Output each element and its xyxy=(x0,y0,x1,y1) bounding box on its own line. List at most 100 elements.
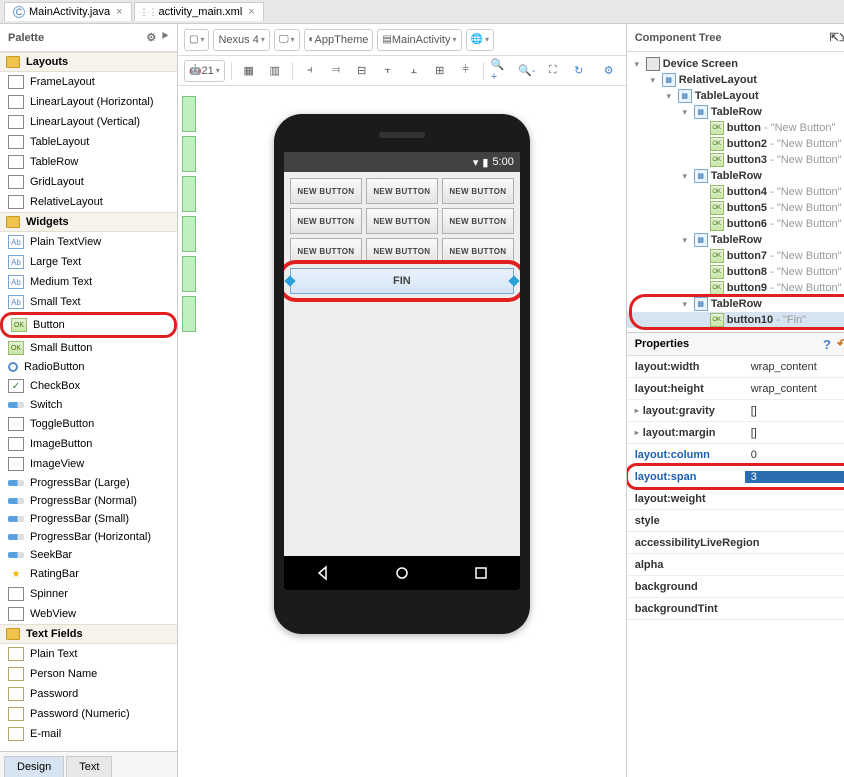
property-value[interactable]: 0 xyxy=(745,449,844,461)
property-layout-width[interactable]: layout:widthwrap_content xyxy=(627,356,844,378)
tree-node-button6[interactable]: OKbutton6 - "New Button" xyxy=(627,216,844,232)
align-left-icon[interactable]: ⫞ xyxy=(299,60,321,82)
palette-item-medium-text[interactable]: AbMedium Text xyxy=(0,272,177,292)
design-tab[interactable]: Design xyxy=(4,756,64,777)
palette-item-checkbox[interactable]: ✓CheckBox xyxy=(0,376,177,396)
tree-node-relativelayout[interactable]: ▾▦RelativeLayout xyxy=(627,72,844,88)
tree-node-tablerow[interactable]: ▾▦TableRow xyxy=(627,296,844,312)
close-icon[interactable]: × xyxy=(116,6,122,18)
tree-twisty[interactable]: ▾ xyxy=(631,59,643,70)
property-value[interactable]: [] xyxy=(745,427,844,439)
property-style[interactable]: style xyxy=(627,510,844,532)
fin-button-wrap[interactable]: FIN xyxy=(290,268,514,294)
properties-table[interactable]: layout:widthwrap_contentlayout:heightwra… xyxy=(627,356,844,777)
property-layout-column[interactable]: layout:column0 xyxy=(627,444,844,466)
property-accessibilityliveregion[interactable]: accessibilityLiveRegion xyxy=(627,532,844,554)
palette-item-relativelayout[interactable]: RelativeLayout xyxy=(0,192,177,212)
tree-twisty[interactable]: ▾ xyxy=(679,107,691,118)
android-button[interactable]: NEW BUTTON xyxy=(366,178,438,204)
tab-mainactivity[interactable]: C MainActivity.java × xyxy=(4,2,132,21)
palette-item-imagebutton[interactable]: ImageButton xyxy=(0,434,177,454)
palette-item-small-text[interactable]: AbSmall Text xyxy=(0,292,177,312)
align-hc-icon[interactable]: ⊟ xyxy=(351,60,373,82)
align-bottom-icon[interactable]: ⫠ xyxy=(403,60,425,82)
text-tab[interactable]: Text xyxy=(66,756,112,777)
collapse-icon[interactable]: ⇲ xyxy=(839,31,844,44)
tree-node-device-screen[interactable]: ▾Device Screen xyxy=(627,56,844,72)
tree-node-button3[interactable]: OKbutton3 - "New Button" xyxy=(627,152,844,168)
home-icon[interactable] xyxy=(394,565,410,581)
distribute-icon[interactable]: ⫩ xyxy=(455,60,477,82)
settings-icon[interactable]: ⚙ xyxy=(598,60,620,82)
align-right-icon[interactable]: ⫤ xyxy=(325,60,347,82)
expand-icon[interactable]: ⇱ xyxy=(830,31,839,44)
zoom-out-icon[interactable]: 🔍- xyxy=(516,60,538,82)
palette-category[interactable]: Text Fields xyxy=(0,624,177,644)
component-tree[interactable]: ▾Device Screen▾▦RelativeLayout▾▦TableLay… xyxy=(627,52,844,332)
layers-icon[interactable]: ▥ xyxy=(264,60,286,82)
tree-node-button7[interactable]: OKbutton7 - "New Button" xyxy=(627,248,844,264)
palette-item-button[interactable]: OKButton xyxy=(0,312,177,338)
back-icon[interactable] xyxy=(315,565,331,581)
api-dropdown[interactable]: 🤖 21▾ xyxy=(184,60,225,82)
palette-item-spinner[interactable]: Spinner xyxy=(0,584,177,604)
tree-node-button2[interactable]: OKbutton2 - "New Button" xyxy=(627,136,844,152)
tree-node-tablelayout[interactable]: ▾▦TableLayout xyxy=(627,88,844,104)
android-button[interactable]: NEW BUTTON xyxy=(290,178,362,204)
tree-node-button[interactable]: OKbutton - "New Button" xyxy=(627,120,844,136)
tree-node-button9[interactable]: OKbutton9 - "New Button" xyxy=(627,280,844,296)
palette-category[interactable]: Widgets xyxy=(0,212,177,232)
property-value[interactable]: wrap_content xyxy=(745,383,844,395)
property-layout-height[interactable]: layout:heightwrap_content xyxy=(627,378,844,400)
gear-icon[interactable]: ⚙ xyxy=(146,31,156,44)
tree-twisty[interactable]: ▾ xyxy=(679,171,691,182)
close-icon[interactable]: × xyxy=(248,6,254,18)
property-value[interactable]: wrap_content xyxy=(745,361,844,373)
palette-item-tablerow[interactable]: TableRow xyxy=(0,152,177,172)
palette-body[interactable]: LayoutsFrameLayoutLinearLayout (Horizont… xyxy=(0,52,177,751)
help-icon[interactable]: ? xyxy=(823,337,831,352)
design-canvas[interactable]: ▾ ▮ 5:00 NEW BUTTONNEW BUTTONNEW BUTTONN… xyxy=(178,86,626,777)
palette-item-linearlayout-horizontal-[interactable]: LinearLayout (Horizontal) xyxy=(0,92,177,112)
palette-item-framelayout[interactable]: FrameLayout xyxy=(0,72,177,92)
tree-twisty[interactable]: ▾ xyxy=(647,75,659,86)
tree-node-button5[interactable]: OKbutton5 - "New Button" xyxy=(627,200,844,216)
tree-node-button10[interactable]: OKbutton10 - "Fin" xyxy=(627,312,844,328)
tree-twisty[interactable]: ▾ xyxy=(679,299,691,310)
palette-item-progressbar-small-[interactable]: ProgressBar (Small) xyxy=(0,510,177,528)
collapse-icon[interactable]: ⯈ xyxy=(160,31,169,44)
android-button[interactable]: NEW BUTTON xyxy=(290,238,362,264)
palette-item-seekbar[interactable]: SeekBar xyxy=(0,546,177,564)
property-layout-margin[interactable]: layout:margin[] xyxy=(627,422,844,444)
android-button[interactable]: NEW BUTTON xyxy=(442,208,514,234)
property-alpha[interactable]: alpha xyxy=(627,554,844,576)
palette-item-progressbar-large-[interactable]: ProgressBar (Large) xyxy=(0,474,177,492)
palette-item-switch[interactable]: Switch xyxy=(0,396,177,414)
property-layout-weight[interactable]: layout:weight xyxy=(627,488,844,510)
device-dropdown[interactable]: Nexus 4▾ xyxy=(213,29,269,51)
fit-icon[interactable]: ⛶ xyxy=(542,60,564,82)
tree-twisty[interactable]: ▾ xyxy=(679,235,691,246)
palette-item-progressbar-horizontal-[interactable]: ProgressBar (Horizontal) xyxy=(0,528,177,546)
tree-node-button4[interactable]: OKbutton4 - "New Button" xyxy=(627,184,844,200)
palette-item-webview[interactable]: WebView xyxy=(0,604,177,624)
android-button[interactable]: NEW BUTTON xyxy=(366,208,438,234)
recent-icon[interactable] xyxy=(473,565,489,581)
locale-dropdown[interactable]: 🌐▾ xyxy=(466,29,494,51)
palette-item-imageview[interactable]: ImageView xyxy=(0,454,177,474)
palette-item-ratingbar[interactable]: ★RatingBar xyxy=(0,564,177,584)
android-button[interactable]: NEW BUTTON xyxy=(442,238,514,264)
palette-item-large-text[interactable]: AbLarge Text xyxy=(0,252,177,272)
palette-item-password[interactable]: Password xyxy=(0,684,177,704)
property-value[interactable]: [] xyxy=(745,405,844,417)
tree-node-tablerow[interactable]: ▾▦TableRow xyxy=(627,232,844,248)
palette-item-password-numeric-[interactable]: Password (Numeric) xyxy=(0,704,177,724)
activity-dropdown[interactable]: ▤ MainActivity▾ xyxy=(377,29,461,51)
palette-item-progressbar-normal-[interactable]: ProgressBar (Normal) xyxy=(0,492,177,510)
device-picker[interactable]: ▢▾ xyxy=(184,29,209,51)
palette-item-gridlayout[interactable]: GridLayout xyxy=(0,172,177,192)
property-layout-gravity[interactable]: layout:gravity[] xyxy=(627,400,844,422)
tree-node-tablerow[interactable]: ▾▦TableRow xyxy=(627,104,844,120)
android-button[interactable]: NEW BUTTON xyxy=(366,238,438,264)
property-background[interactable]: background xyxy=(627,576,844,598)
